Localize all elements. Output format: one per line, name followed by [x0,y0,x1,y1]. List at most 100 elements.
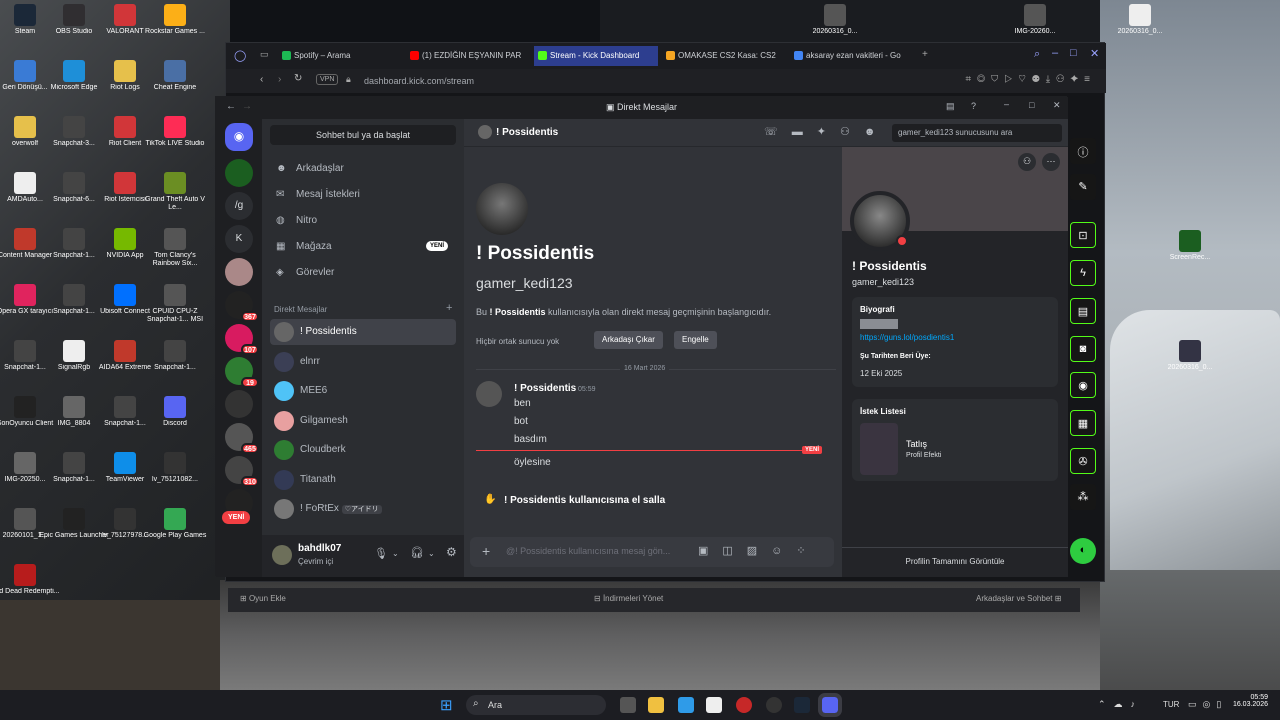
task-view-icon[interactable] [620,697,636,713]
mic-icon[interactable]: 🎙︎ [374,547,388,560]
desktop-icon[interactable]: Grand Theft Auto V Le... [140,172,210,212]
dm-item[interactable]: ! Possidentis [270,319,456,345]
desktop-icon[interactable]: TikTok LIVE Studio [140,116,210,156]
servers-new-badge[interactable]: YENİ [222,511,251,524]
reload-icon[interactable]: ↻ [294,73,302,84]
steam-icon[interactable] [794,697,810,713]
language-indicator[interactable]: TUR [1163,700,1179,709]
server-icon[interactable] [225,258,253,286]
back-icon[interactable]: ‹ [260,74,263,85]
forward-icon[interactable]: › [278,74,281,85]
broadcast-icon[interactable]: ◉ [1070,372,1096,398]
chat-icon[interactable]: ◙ [1070,336,1096,362]
desktop-file-icon[interactable]: 20260316_0... [800,4,870,44]
dm-item[interactable]: ! FoRtEx ♡アイドリ [270,496,456,522]
wishlist-item-image[interactable] [860,423,898,475]
add-friend-icon[interactable]: ⚇ [1018,153,1036,171]
maximize-icon[interactable]: □ [1070,47,1077,59]
server-icon[interactable]: 465 [225,423,259,454]
flash-icon[interactable]: ϟ [1070,260,1096,286]
forward-icon[interactable]: → [242,101,252,112]
bio-link[interactable]: https://guns.lol/posdientis1 [860,333,954,342]
browser-tab[interactable]: Stream - Kick Dashboard [534,46,658,66]
new-tab-button[interactable]: + [922,49,928,60]
wishlist-item[interactable]: Tatlış [906,439,927,449]
help-icon[interactable]: ? [971,101,976,111]
browser-tab[interactable]: aksaray ezan vakitleri - Go [790,46,914,66]
opera-gx-icon[interactable] [736,697,752,713]
server-icon[interactable]: 310 [225,456,259,487]
pen-icon[interactable]: ✎ [1070,174,1096,200]
desktop-file-icon[interactable]: 20260316_0... [1105,4,1175,44]
browser-tab[interactable]: (1) EZDİĞİN EŞYANIN PAR [406,46,530,66]
chevron-down-icon[interactable]: ⌄ [392,549,399,558]
server-icon[interactable]: /g [225,192,253,220]
nav-nitro[interactable]: ◍ Nitro [270,209,456,233]
desktop-file-icon[interactable]: IMG-20260... [1000,4,1070,44]
block-button[interactable]: Engelle [674,331,717,349]
wave-button[interactable]: ! Possidentis kullanıcısına el salla [504,495,665,506]
server-icon[interactable]: 19 [225,357,259,388]
server-icon[interactable] [225,390,253,418]
nav-friends[interactable]: ☻ Arkadaşlar [270,157,456,181]
desktop-icon[interactable]: Discord [140,396,210,436]
desktop-file-icon[interactable]: 20260316_0... [1155,340,1225,380]
group-icon[interactable]: ⁂ [1070,484,1096,510]
dm-item[interactable]: MEE6 [270,378,456,404]
more-options-icon[interactable]: ⋯ [1042,153,1060,171]
avatar[interactable] [476,381,502,407]
dm-item[interactable]: Gilgamesh [270,408,456,434]
discord-taskbar-icon[interactable] [818,693,842,717]
vpn-badge[interactable]: VPN [316,74,339,85]
workspace-icon[interactable]: ▭ [260,49,269,60]
obs-icon[interactable] [766,697,782,713]
nav-quests[interactable]: ◈ Görevler [270,261,456,285]
dm-item[interactable]: elnrr [270,349,456,375]
browser-tab[interactable]: OMAKASE CS2 Kasa: CS2 [662,46,786,66]
maximize-icon[interactable]: □ [1029,100,1034,110]
desktop-icon[interactable]: Snapchat-1... [140,340,210,380]
back-icon[interactable]: ← [226,101,236,112]
server-icon[interactable]: 367 [225,291,259,322]
dm-item[interactable]: Titanath [270,467,456,493]
capture-icon[interactable]: ⊡ [1070,222,1096,248]
close-icon[interactable]: ✕ [1053,100,1061,111]
search-icon[interactable]: ⌕ [1034,48,1040,61]
clock[interactable]: 05:59 16.03.2026 [1226,694,1268,708]
friends-chat-button[interactable]: Arkadaşlar ve Sohbet ⊞ [976,594,1061,603]
nav-message-requests[interactable]: ✉ Mesaj İstekleri [270,183,456,207]
desktop-icon[interactable]: Cheat Engine [140,60,210,100]
tray-icons[interactable]: ⌃☁♪ [1098,699,1143,710]
browser-tab[interactable]: Spotify – Arama [278,46,402,66]
headphones-icon[interactable]: 🎧︎ [410,546,424,559]
composer-icons[interactable]: ▣◫▨☺⁘ [698,544,820,557]
desktop-icon[interactable]: Tom Clancy's Rainbow Six... [140,228,210,268]
desktop-icon[interactable]: Google Play Games [140,508,210,548]
remove-friend-button[interactable]: Arkadaşı Çıkar [594,331,663,349]
minimize-icon[interactable]: – [1052,47,1058,59]
info-icon[interactable]: ⓘ [1070,138,1096,164]
toolbar-icons[interactable]: ⌗◎⛉▷♡⚉⤓⚇✦≡ [965,74,1096,85]
chevron-down-icon[interactable]: ⌄ [428,549,435,558]
manage-downloads-button[interactable]: ⊟ İndirmeleri Yönet [594,594,663,603]
settings-gear-icon[interactable]: ⚙ [446,545,457,559]
add-game-button[interactable]: ⊞ Oyun Ekle [240,594,286,603]
discord-home-icon[interactable]: ◉ [225,123,253,151]
attach-plus-icon[interactable]: + [482,543,490,559]
find-conversation-input[interactable]: Sohbet bul ya da başlat [270,125,456,145]
system-icons[interactable]: ▭◎▯ [1188,699,1227,710]
inbox-icon[interactable]: ▤ [946,101,955,112]
notes-icon[interactable]: ▤ [1070,298,1096,324]
server-icon[interactable]: 107 [225,324,259,355]
message-input[interactable]: @! Possidentis kullanıcısına mesaj gön..… [506,546,696,556]
server-icon[interactable]: K [225,225,253,253]
dm-item[interactable]: Cloudberk [270,437,456,463]
wrench-icon[interactable]: ✇ [1070,448,1096,474]
desktop-file-icon[interactable]: ScreenRec... [1155,230,1225,270]
avatar[interactable] [272,545,292,565]
create-dm-icon[interactable]: + [446,302,452,314]
windows-start-icon[interactable]: ⊞ [440,696,453,714]
server-icon[interactable] [225,159,253,187]
desktop-icon[interactable]: lv_75121082... [140,452,210,492]
store-icon[interactable] [706,697,722,713]
